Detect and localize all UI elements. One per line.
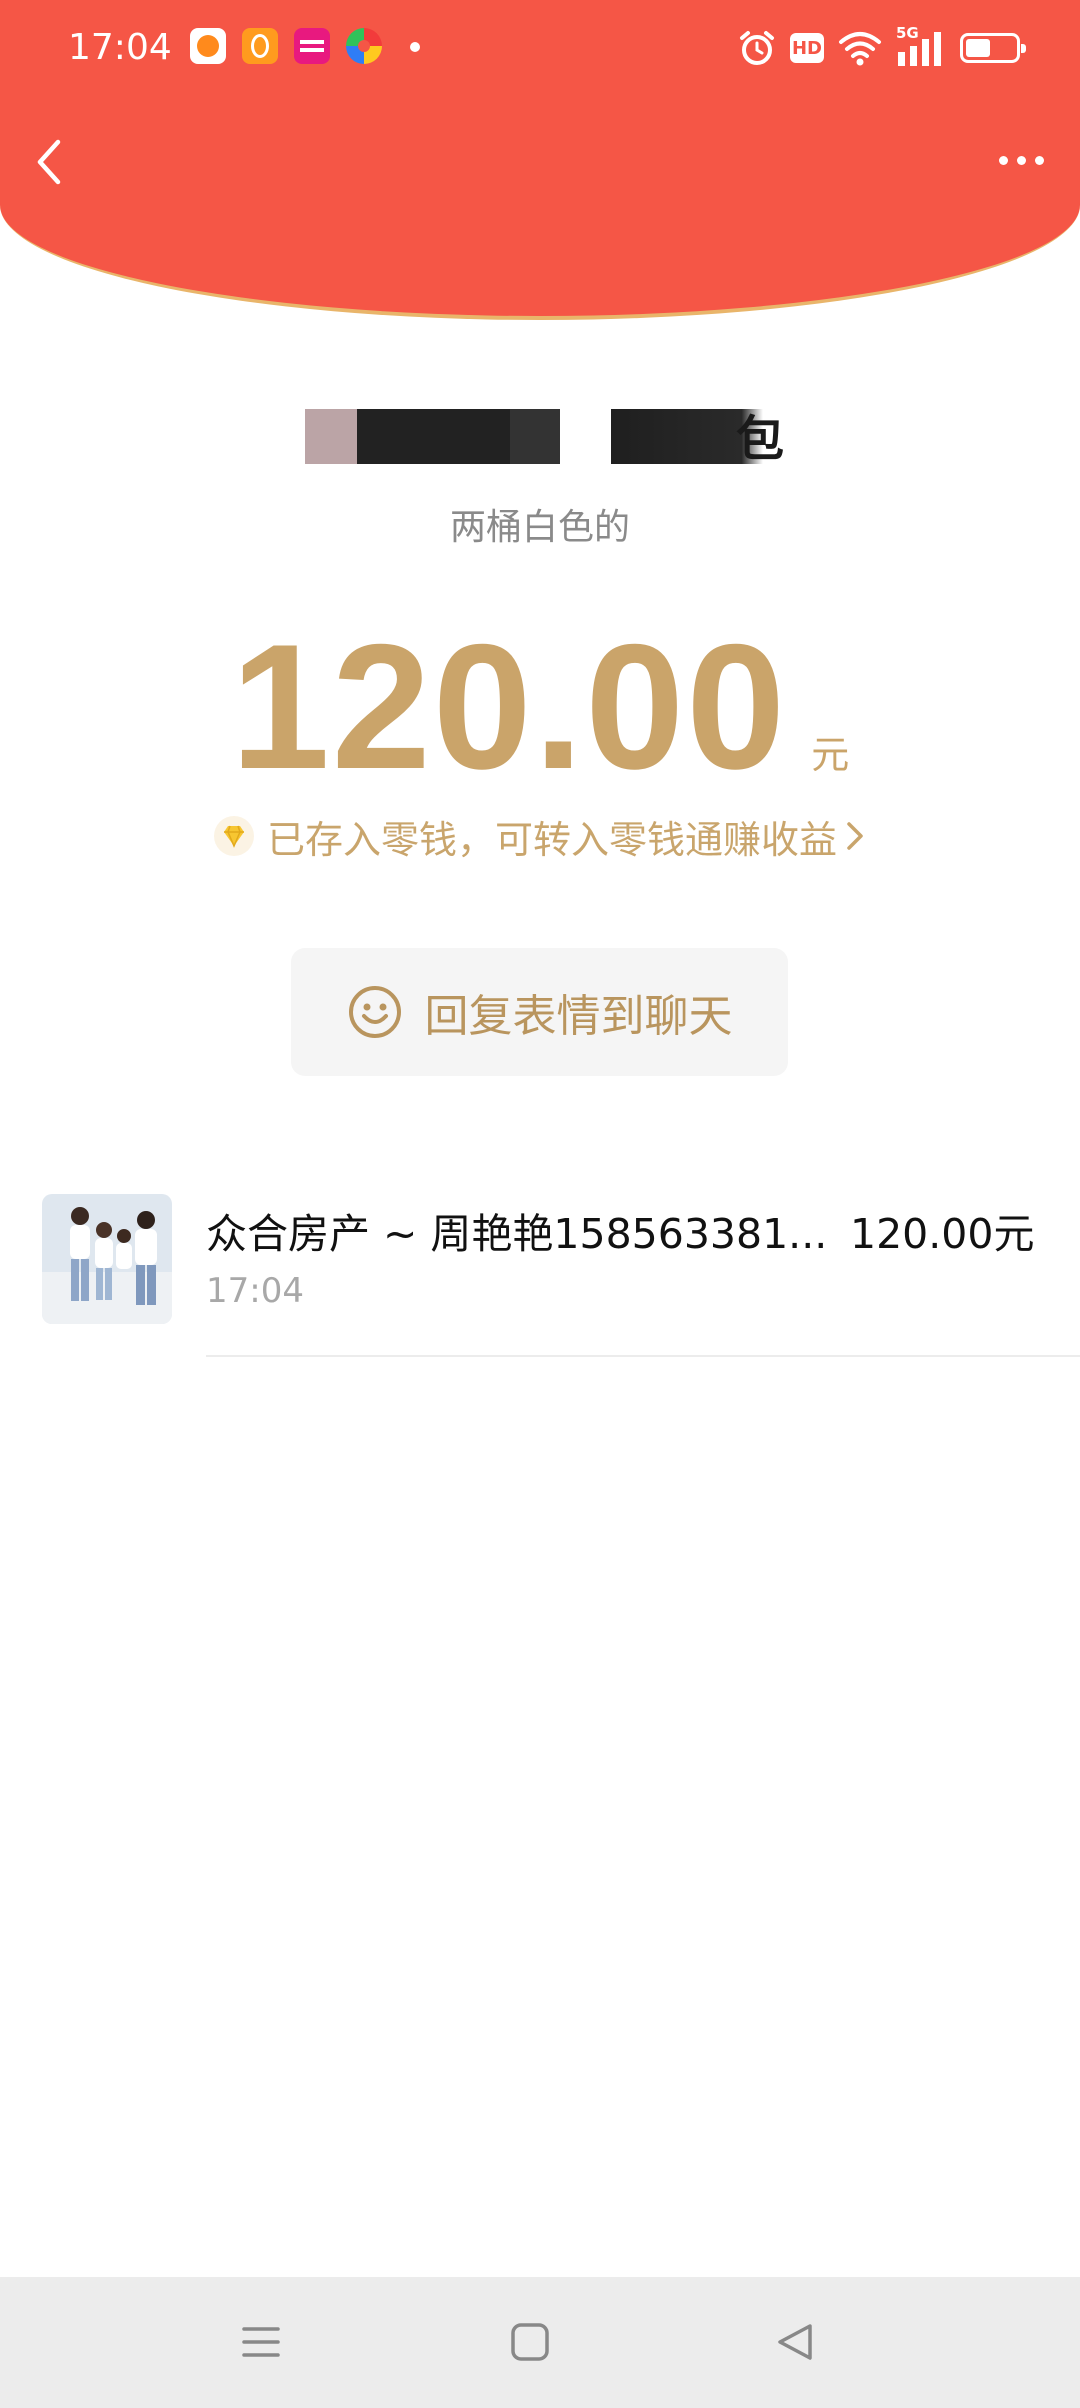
redacted-block (305, 409, 357, 464)
record-title: 众合房产 ~ 周艳艳158563381... 120.00元 (206, 1204, 1056, 1264)
amount-unit: 元 (811, 733, 850, 777)
balance-note-text: 已存入零钱，可转入零钱通赚收益 (266, 817, 837, 862)
status-indicators: HD 5G (738, 24, 1026, 70)
mall-app-icon (294, 28, 330, 64)
amount-value: 120.00 (230, 607, 788, 806)
sender-title: 包 (0, 405, 1080, 475)
signal-indicator: 5G (896, 24, 946, 68)
nav-home-button[interactable] (495, 2307, 565, 2377)
home-icon (511, 2323, 549, 2361)
red-packet-remark: 两桶白色的 (449, 507, 630, 548)
more-dot (998, 155, 1008, 165)
smile-icon (348, 986, 401, 1038)
status-time: 17:04 (68, 27, 172, 68)
record-name: 众合房产 ~ 周艳艳158563381... (206, 1210, 828, 1258)
nav-back-button[interactable] (760, 2307, 830, 2377)
amount-display: 120.00 元 (0, 607, 1080, 806)
wifi-icon (839, 32, 881, 66)
receive-record-row[interactable]: 众合房产 ~ 周艳艳158563381... 120.00元 17:04 (0, 1190, 1080, 1358)
more-notifications-dot (410, 42, 420, 52)
alarm-icon (740, 31, 774, 65)
shopping-app-icon (190, 28, 226, 64)
diamond-icon (213, 816, 254, 856)
reply-sticker-button[interactable]: 回复表情到聊天 (291, 948, 788, 1076)
more-dot (1034, 155, 1044, 165)
divider (206, 1355, 1080, 1357)
record-time: 17:04 (206, 1271, 304, 1311)
avatar (42, 1194, 172, 1324)
back-icon (778, 2324, 812, 2360)
colorful-app-icon (346, 28, 382, 64)
reply-button-label: 回复表情到聊天 (424, 991, 733, 1042)
video-app-icon (242, 28, 278, 64)
family-photo-avatar (42, 1194, 172, 1324)
chevron-right-icon (847, 822, 863, 850)
battery-icon (960, 33, 1026, 63)
balance-note-link[interactable]: 已存入零钱，可转入零钱通赚收益 (0, 808, 1080, 864)
system-nav-bar (0, 2277, 1080, 2408)
more-dot (1016, 155, 1026, 165)
redacted-block (357, 409, 510, 464)
record-amount: 120.00元 (850, 1210, 1035, 1258)
nav-menu-button[interactable] (226, 2307, 296, 2377)
back-button[interactable] (24, 130, 80, 194)
menu-icon (242, 2327, 280, 2357)
chevron-left-icon (37, 139, 61, 185)
more-menu-button[interactable] (986, 140, 1056, 180)
redacted-block (510, 409, 560, 464)
signal-icon (898, 32, 941, 66)
sender-title-suffix: 包 (736, 411, 785, 467)
hd-badge: HD (790, 33, 824, 63)
status-bar: 17:04 HD 5G (0, 0, 1080, 96)
battery-level-fill (966, 39, 990, 57)
